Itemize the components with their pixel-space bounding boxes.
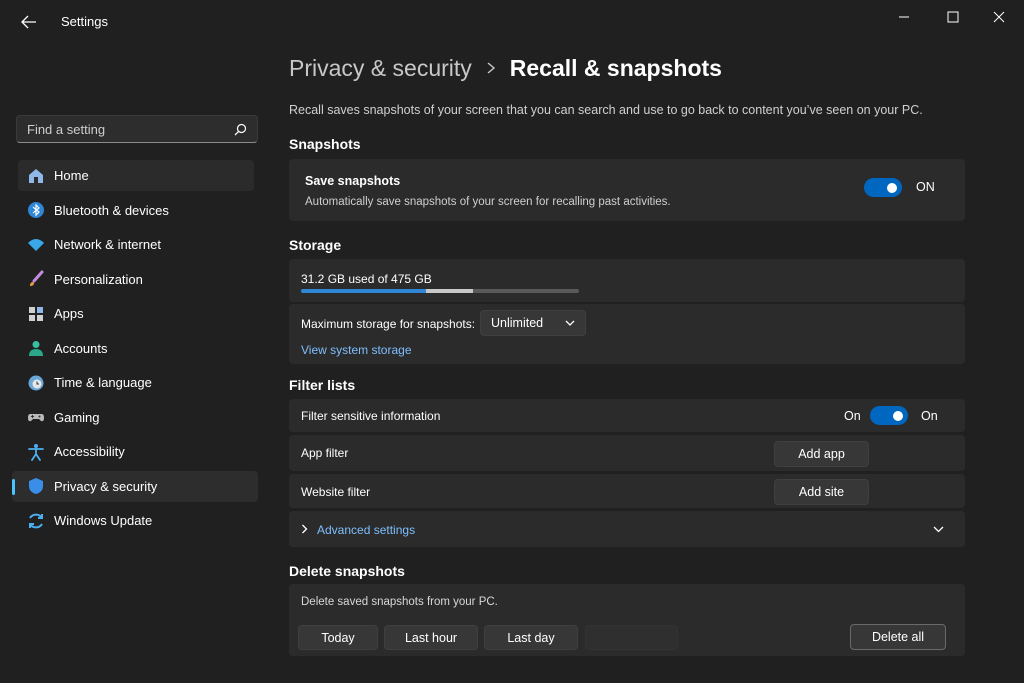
save-snapshots-toggle-state: ON	[916, 180, 935, 194]
max-storage-value: Unlimited	[491, 316, 544, 330]
minimize-button[interactable]	[881, 4, 927, 30]
sidebar-item-label: Personalization	[54, 271, 143, 287]
storage-usage-bar	[301, 289, 579, 293]
sidebar-item-label: Apps	[54, 306, 84, 321]
shield-icon	[26, 476, 46, 496]
sidebar-item-label: Windows Update	[54, 513, 153, 528]
website-filter-card: Website filter Add site	[289, 474, 965, 508]
filter-sensitive-label: Filter sensitive information	[301, 409, 441, 423]
sidebar-item-label: Gaming	[54, 409, 100, 425]
save-snapshots-description: Automatically save snapshots of your scr…	[305, 196, 671, 208]
wifi-icon	[26, 235, 46, 255]
search-box[interactable]	[16, 115, 258, 143]
filter-sensitive-card: Filter sensitive information On On	[289, 399, 965, 432]
breadcrumb-parent-link[interactable]: Privacy & security	[289, 55, 472, 82]
add-app-button[interactable]: Add app	[774, 441, 869, 467]
globe-clock-icon	[26, 373, 46, 393]
sidebar-item-accounts[interactable]: Accounts	[12, 333, 262, 364]
filter-sensitive-toggle[interactable]	[870, 406, 908, 425]
delete-last-hour-button[interactable]: Last hour	[384, 625, 478, 650]
home-icon	[26, 166, 46, 186]
storage-settings-card: Maximum storage for snapshots: Unlimited…	[289, 304, 965, 364]
sidebar-item-time-language[interactable]: Time & language	[12, 367, 262, 398]
bluetooth-icon	[26, 200, 46, 220]
save-snapshots-title: Save snapshots	[305, 174, 401, 188]
sidebar-item-label: Home	[54, 168, 89, 183]
back-arrow-icon	[21, 15, 36, 29]
chevron-right-icon	[486, 61, 496, 75]
advanced-settings-expander[interactable]: Advanced settings	[289, 511, 965, 547]
breadcrumb: Privacy & security Recall & snapshots	[289, 51, 722, 85]
delete-snapshots-heading: Delete snapshots	[289, 563, 405, 579]
filter-sensitive-state-left: On	[844, 409, 861, 423]
delete-snapshots-description: Delete saved snapshots from your PC.	[301, 596, 498, 608]
website-filter-label: Website filter	[301, 485, 371, 499]
chevron-down-icon	[565, 320, 575, 326]
maximize-button[interactable]	[930, 4, 976, 30]
add-site-button[interactable]: Add site	[774, 479, 869, 505]
app-title: Settings	[61, 14, 108, 29]
sidebar-item-label: Accounts	[54, 340, 108, 356]
delete-all-button[interactable]: Delete all	[850, 624, 946, 650]
sidebar-item-home[interactable]: Home	[18, 160, 254, 191]
minimize-icon	[899, 16, 909, 18]
advanced-settings-label: Advanced settings	[317, 523, 416, 537]
sidebar-item-apps[interactable]: Apps	[12, 298, 262, 329]
snapshots-heading: Snapshots	[289, 136, 361, 152]
search-input[interactable]	[27, 121, 234, 137]
delete-last-day-button[interactable]: Last day	[484, 625, 578, 650]
storage-heading: Storage	[289, 237, 342, 253]
page-title: Recall & snapshots	[509, 54, 722, 81]
sidebar-item-label: Bluetooth & devices	[54, 202, 169, 218]
sidebar-item-label: Accessibility	[54, 444, 125, 459]
sidebar-item-bluetooth-devices[interactable]: Bluetooth & devices	[12, 195, 262, 226]
sidebar-item-label: Time & language	[54, 375, 152, 390]
sidebar-item-personalization[interactable]: Personalization	[12, 264, 262, 295]
search-icon	[234, 123, 247, 135]
max-storage-label: Maximum storage for snapshots:	[301, 317, 476, 331]
sidebar-item-accessibility[interactable]: Accessibility	[12, 436, 262, 467]
storage-used-segment	[301, 289, 427, 293]
person-icon	[26, 338, 46, 358]
sidebar-item-windows-update[interactable]: Windows Update	[12, 505, 262, 536]
maximize-icon	[947, 11, 959, 23]
save-snapshots-card: Save snapshots Automatically save snapsh…	[289, 159, 965, 221]
update-icon	[26, 511, 46, 531]
filter-sensitive-state-right: On	[921, 409, 938, 423]
sidebar-item-label: Network & internet	[54, 237, 161, 252]
title-bar: Settings	[0, 0, 1024, 44]
max-storage-dropdown[interactable]: Unlimited	[480, 310, 586, 336]
app-filter-card: App filter Add app	[289, 435, 965, 471]
delete-today-button[interactable]: Today	[298, 625, 378, 650]
sidebar-item-privacy-security[interactable]: Privacy & security	[12, 470, 258, 502]
apps-icon	[26, 304, 46, 324]
blank-button[interactable]	[585, 625, 678, 650]
delete-snapshots-card: Delete saved snapshots from your PC. Tod…	[289, 584, 965, 656]
accessibility-icon	[26, 442, 46, 462]
storage-usage-card: 31.2 GB used of 475 GB	[289, 259, 965, 302]
page-description: Recall saves snapshots of your screen th…	[289, 103, 923, 117]
chevron-right-icon	[302, 524, 308, 534]
back-button[interactable]	[14, 10, 44, 34]
sidebar-item-label: Privacy & security	[54, 478, 158, 494]
storage-used-text: 31.2 GB used of 475 GB	[301, 272, 432, 286]
close-button[interactable]	[976, 4, 1022, 30]
chevron-down-icon	[933, 526, 944, 533]
app-filter-label: App filter	[301, 446, 349, 460]
sidebar-nav: Home Bluetooth & devices Network & inter…	[12, 160, 262, 540]
view-system-storage-link[interactable]: View system storage	[301, 343, 412, 357]
close-icon	[993, 11, 1005, 23]
sidebar-item-network-internet[interactable]: Network & internet	[12, 229, 262, 260]
storage-snapshots-segment	[426, 289, 474, 293]
save-snapshots-toggle[interactable]	[864, 178, 902, 197]
filter-lists-heading: Filter lists	[289, 377, 356, 393]
sidebar-item-gaming[interactable]: Gaming	[12, 402, 262, 433]
brush-icon	[26, 269, 46, 289]
gamepad-icon	[26, 407, 46, 427]
